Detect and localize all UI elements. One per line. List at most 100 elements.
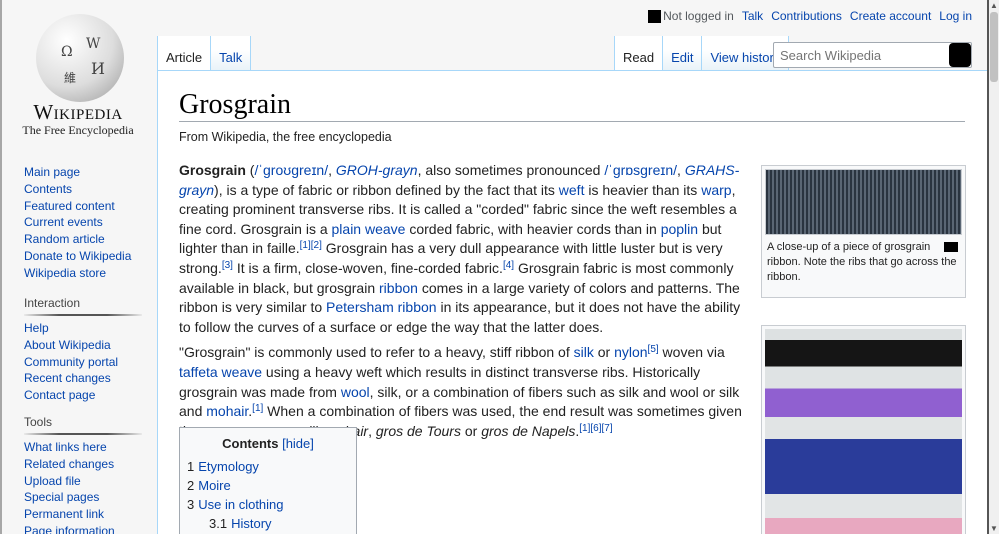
thumb-caption: A close-up of a piece of grosgrain ribbo…	[767, 241, 957, 283]
nav-interaction: Interaction Help About Wikipedia Community…	[24, 296, 142, 404]
toc-item[interactable]: 2 Moire	[187, 476, 349, 495]
scroll-down-icon[interactable]: ▼	[990, 524, 998, 533]
table-of-contents: Contents [hide] 1 Etymology 2 Moire 3 Use in …	[179, 427, 357, 534]
sidebar-item[interactable]: About Wikipedia	[24, 337, 142, 354]
article-link[interactable]: wool	[341, 384, 370, 400]
sidebar-item[interactable]: Recent changes	[24, 370, 142, 387]
login-status: Not logged in	[663, 9, 734, 23]
title-divider	[179, 121, 965, 122]
nav-main: Main page Contents Featured content Current…	[24, 164, 142, 282]
citation-link[interactable]: [4]	[503, 260, 514, 271]
sidebar-item[interactable]: Donate to Wikipedia	[24, 248, 142, 265]
article-link[interactable]: nylon	[614, 344, 647, 360]
puzzle-globe-icon: Ω W И 維	[36, 14, 124, 102]
article-link[interactable]: /ˈɡrɒsɡreɪn/	[604, 162, 677, 178]
citation-link[interactable]: [1][2]	[300, 240, 322, 251]
toc-item[interactable]: 1 Etymology	[187, 457, 349, 476]
sidebar-item[interactable]: Upload file	[24, 473, 142, 490]
article-link[interactable]: warp	[701, 182, 731, 198]
article-link[interactable]: /ˈɡroʊɡreɪn/	[254, 162, 328, 178]
text-run: woven via	[658, 344, 725, 361]
grosgrain-closeup-image[interactable]	[765, 169, 962, 235]
sidebar-item[interactable]: Wikipedia store	[24, 265, 142, 282]
sidebar-item[interactable]: Related changes	[24, 456, 142, 473]
sidebar-item[interactable]: Random article	[24, 231, 142, 248]
article-link[interactable]: taffeta weave	[179, 364, 262, 380]
text-run: It is a firm, close-woven, fine-corded f…	[232, 259, 503, 276]
article-link[interactable]: weft	[559, 182, 585, 198]
toc-item[interactable]: 3.1 History	[187, 514, 349, 533]
user-icon	[648, 9, 662, 23]
toc-item[interactable]: 3 Use in clothing	[187, 495, 349, 514]
toc-number: 1	[187, 459, 195, 474]
toc-title: Contents	[222, 436, 279, 451]
nav-heading: Tools	[24, 415, 142, 435]
sidebar-item[interactable]: Contact page	[24, 387, 142, 404]
thumbnail-closeup: A close-up of a piece of grosgrain ribbo…	[761, 165, 966, 298]
sidebar-item[interactable]: Current events	[24, 214, 142, 231]
text-run: , also sometimes pronounced	[417, 162, 605, 178]
page-title: Grosgrain	[179, 89, 291, 120]
enlarge-icon[interactable]	[944, 242, 958, 252]
article-link[interactable]: Petersham ribbon	[326, 299, 437, 315]
site-subtitle: From Wikipedia, the free encyclopedia	[179, 130, 392, 144]
citation-link[interactable]: [5]	[648, 344, 659, 355]
wikipedia-logo[interactable]: Ω W И 維 Wikipedia The Free Encyclopedia	[18, 10, 138, 140]
citation-link[interactable]: [3]	[222, 260, 233, 271]
sidebar-item[interactable]: Permanent link	[24, 506, 142, 523]
text-run: or	[460, 422, 482, 439]
search-input[interactable]	[773, 42, 972, 68]
create-account-link[interactable]: Create account	[850, 9, 931, 23]
text-run: ,	[677, 162, 685, 178]
text-run: gros de Napels	[481, 422, 576, 439]
toc-number: 2	[187, 478, 195, 493]
sidebar-item[interactable]: Featured content	[24, 198, 142, 215]
scroll-up-icon[interactable]: ▲	[990, 1, 998, 10]
article-link[interactable]: poplin	[661, 221, 698, 237]
toc-link[interactable]: Moire	[198, 478, 231, 493]
nav-heading: Interaction	[24, 296, 142, 316]
tab-talk[interactable]: Talk	[210, 36, 252, 71]
text-run: is heavier than its	[584, 181, 702, 198]
sidebar-item[interactable]: Page information	[24, 523, 142, 534]
window-edge	[0, 0, 2, 534]
article-link[interactable]: plain weave	[332, 221, 406, 237]
article-link[interactable]: ribbon	[379, 280, 418, 296]
wordmark: Wikipedia	[33, 100, 123, 124]
scrollbar-thumb[interactable]	[990, 12, 998, 82]
sidebar-item[interactable]: Main page	[24, 164, 142, 181]
tab-edit[interactable]: Edit	[662, 36, 702, 71]
tab-read[interactable]: Read	[614, 36, 663, 71]
sidebar-item[interactable]: What links here	[24, 439, 142, 456]
article-body: Grosgrain (/ˈɡroʊɡreɪn/, GROH-grayn, als…	[179, 161, 747, 447]
scrollbar[interactable]: ▲ ▼	[987, 0, 999, 534]
personal-talk-link[interactable]: Talk	[742, 9, 763, 23]
sidebar-item[interactable]: Special pages	[24, 489, 142, 506]
toc-link[interactable]: Use in clothing	[198, 497, 283, 512]
sidebar-item[interactable]: Help	[24, 320, 142, 337]
toc-link[interactable]: Etymology	[198, 459, 259, 474]
article-link[interactable]: GROH-grayn	[336, 162, 418, 178]
search-icon[interactable]	[949, 43, 971, 67]
text-run: ,	[328, 162, 336, 178]
ribbons-image[interactable]	[765, 329, 962, 534]
citation-link[interactable]: [1]	[252, 403, 263, 414]
citation-link[interactable]: [1][6][7]	[579, 423, 612, 434]
sidebar-item[interactable]: Community portal	[24, 354, 142, 371]
toc-number: 3	[187, 497, 195, 512]
tagline: The Free Encyclopedia	[22, 123, 134, 137]
article-link[interactable]: silk	[574, 344, 594, 360]
tab-article[interactable]: Article	[157, 36, 211, 71]
login-link[interactable]: Log in	[939, 9, 972, 23]
toc-number: 3.1	[209, 516, 228, 531]
article-link[interactable]: mohair	[206, 403, 248, 419]
thumbnail-ribbons	[761, 325, 966, 534]
toc-hide-toggle[interactable]: [hide]	[282, 436, 314, 451]
toc-link[interactable]: History	[231, 516, 271, 531]
sidebar-item[interactable]: Contents	[24, 181, 142, 198]
personal-tools: Not logged in Talk Contributions Create …	[648, 9, 972, 23]
contributions-link[interactable]: Contributions	[771, 9, 842, 23]
view-tabs: Read Edit View history	[614, 36, 790, 71]
text-run: ), is a type of fabric or ribbon defined…	[214, 181, 559, 198]
article-content: Grosgrain From Wikipedia, the free encyc…	[157, 70, 987, 534]
